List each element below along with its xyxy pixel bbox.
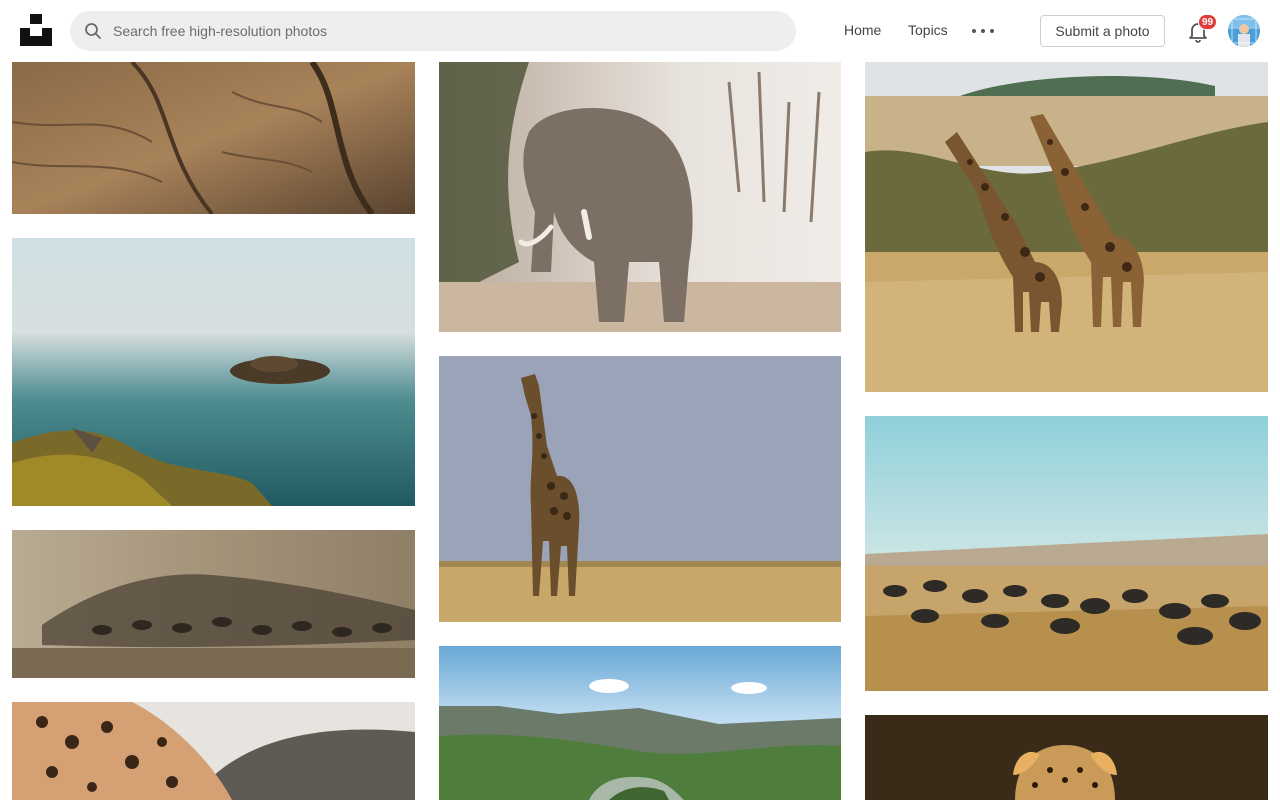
top-header: Home Topics Submit a photo 99 xyxy=(0,0,1280,62)
photo-elephant-dust[interactable] xyxy=(439,62,841,332)
photo-leopard-rock[interactable] xyxy=(12,702,415,800)
photo-elephant-skin[interactable] xyxy=(12,62,415,214)
photo-canyon-river[interactable] xyxy=(439,646,841,800)
search-input[interactable] xyxy=(113,23,753,39)
photo-leopard-face[interactable] xyxy=(865,715,1268,800)
submit-photo-button[interactable]: Submit a photo xyxy=(1040,15,1165,47)
photo-two-giraffes[interactable] xyxy=(865,62,1268,392)
nav-topics-link[interactable]: Topics xyxy=(908,22,948,38)
photo-wildebeest-migration[interactable] xyxy=(865,416,1268,691)
search-bar[interactable] xyxy=(70,11,796,51)
search-icon[interactable] xyxy=(83,21,103,41)
photo-wildebeest-dust[interactable] xyxy=(12,530,415,678)
notification-badge: 99 xyxy=(1198,14,1218,30)
unsplash-logo-icon[interactable] xyxy=(20,14,52,46)
more-dots-icon[interactable] xyxy=(972,24,994,38)
nav-home-link[interactable]: Home xyxy=(844,22,881,38)
user-avatar[interactable] xyxy=(1228,15,1260,47)
photo-giraffe-sky[interactable] xyxy=(439,356,841,622)
photo-lake-island[interactable] xyxy=(12,238,415,506)
